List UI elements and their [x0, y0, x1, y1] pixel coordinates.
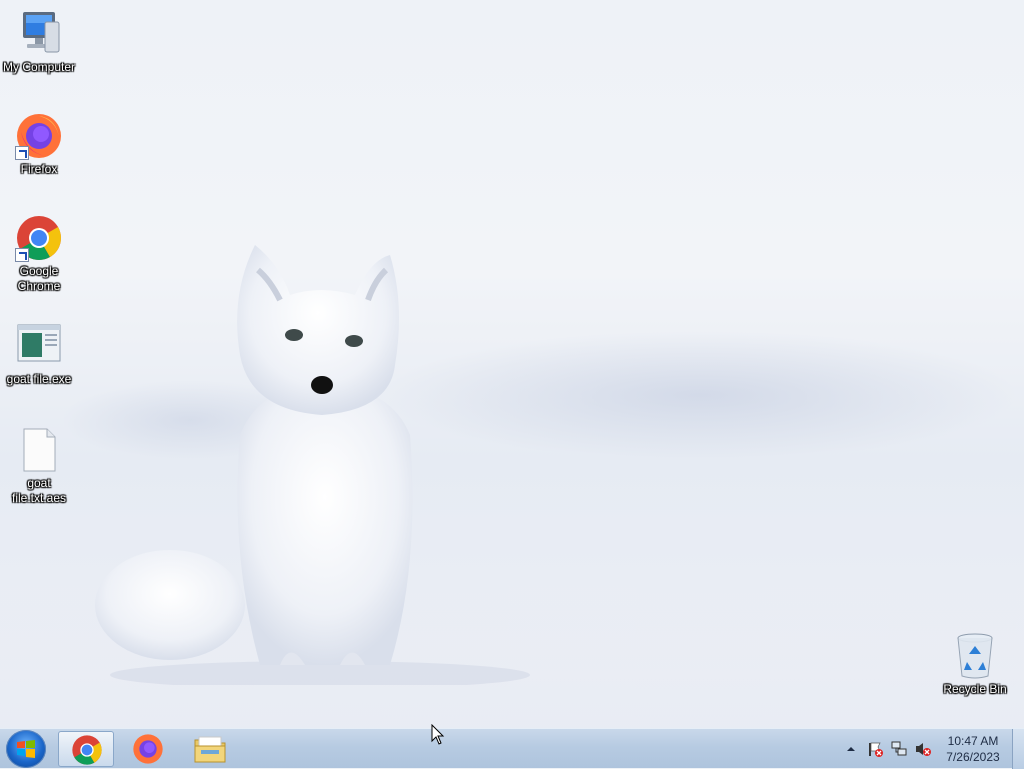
mouse-cursor-icon: [431, 724, 445, 745]
network-icon[interactable]: [891, 741, 907, 757]
desktop-icon-label: My Computer: [2, 60, 76, 74]
recycle-bin-icon: [951, 632, 999, 680]
desktop-icon-label: goat file.txt.aes: [11, 476, 67, 505]
desktop-icon-label: Firefox: [20, 162, 58, 176]
desktop-icon-firefox[interactable]: Firefox: [0, 112, 78, 177]
shortcut-arrow-icon: [15, 146, 29, 160]
chrome-icon: [15, 214, 63, 262]
taskbar: 10:47 AM 7/26/2023: [0, 728, 1024, 769]
clock-date: 7/26/2023: [946, 750, 1000, 764]
taskbar-button-chrome[interactable]: [58, 731, 114, 767]
show-hidden-icons-icon[interactable]: [843, 741, 859, 757]
desktop[interactable]: My Computer Firefox Google Chrome goat f…: [0, 0, 1024, 728]
executable-icon: [15, 322, 63, 370]
windows-logo-icon: [17, 740, 35, 758]
shortcut-arrow-icon: [15, 248, 29, 262]
desktop-icon-my-computer[interactable]: My Computer: [0, 10, 78, 75]
desktop-icon-label: Recycle Bin: [943, 682, 1007, 696]
firefox-icon: [15, 112, 63, 160]
taskbar-button-firefox[interactable]: [120, 731, 176, 767]
show-desktop-button[interactable]: [1012, 729, 1024, 769]
folder-icon: [194, 736, 226, 763]
desktop-icon-label: goat file.exe: [6, 372, 72, 386]
desktop-icon-recycle-bin[interactable]: Recycle Bin: [936, 632, 1014, 697]
desktop-icon-goat-file-exe[interactable]: goat file.exe: [0, 322, 78, 387]
system-clock[interactable]: 10:47 AM 7/26/2023: [936, 733, 1010, 765]
volume-muted-icon[interactable]: [915, 741, 931, 757]
chrome-icon: [72, 735, 102, 765]
file-icon: [15, 426, 63, 474]
clock-time: 10:47 AM: [947, 734, 999, 748]
firefox-icon: [133, 734, 163, 764]
desktop-icon-goat-file-txt-aes[interactable]: goat file.txt.aes: [0, 426, 78, 506]
taskbar-button-explorer[interactable]: [182, 731, 238, 767]
desktop-icon-label: Google Chrome: [17, 264, 61, 293]
wallpaper-arctic-fox: [95, 245, 530, 685]
computer-icon: [15, 10, 63, 58]
start-button[interactable]: [6, 730, 46, 768]
action-center-flag-icon[interactable]: [867, 741, 883, 757]
desktop-icon-google-chrome[interactable]: Google Chrome: [0, 214, 78, 294]
